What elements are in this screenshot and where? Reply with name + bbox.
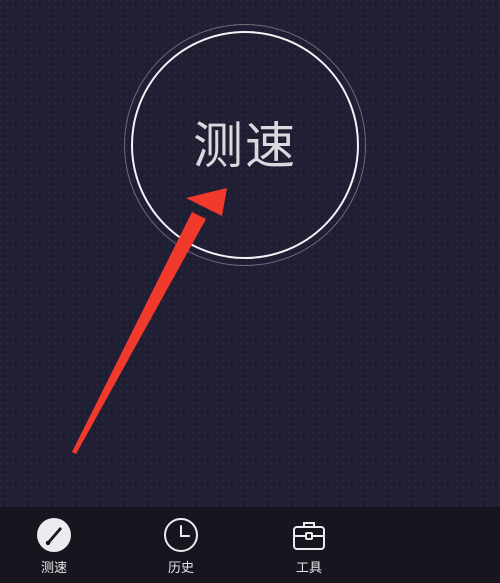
speed-test-button[interactable]: 测速 xyxy=(124,24,366,266)
tab-history-label: 历史 xyxy=(167,561,194,576)
clock-icon xyxy=(164,518,198,552)
speed-test-screen: 测速 测速 历史 工具 xyxy=(0,0,500,583)
tab-speed-test-label: 测速 xyxy=(40,561,67,576)
tab-tools-label: 工具 xyxy=(295,561,322,576)
bottom-nav: 测速 历史 工具 xyxy=(0,507,500,583)
tab-history[interactable]: 历史 xyxy=(146,517,216,576)
tab-speed-test[interactable]: 测速 xyxy=(19,517,89,576)
tab-tools[interactable]: 工具 xyxy=(274,517,344,576)
speed-test-ring: 测速 xyxy=(131,31,359,259)
toolbox-icon xyxy=(293,522,325,550)
gauge-icon xyxy=(37,518,71,552)
speed-test-label: 测速 xyxy=(193,117,297,175)
